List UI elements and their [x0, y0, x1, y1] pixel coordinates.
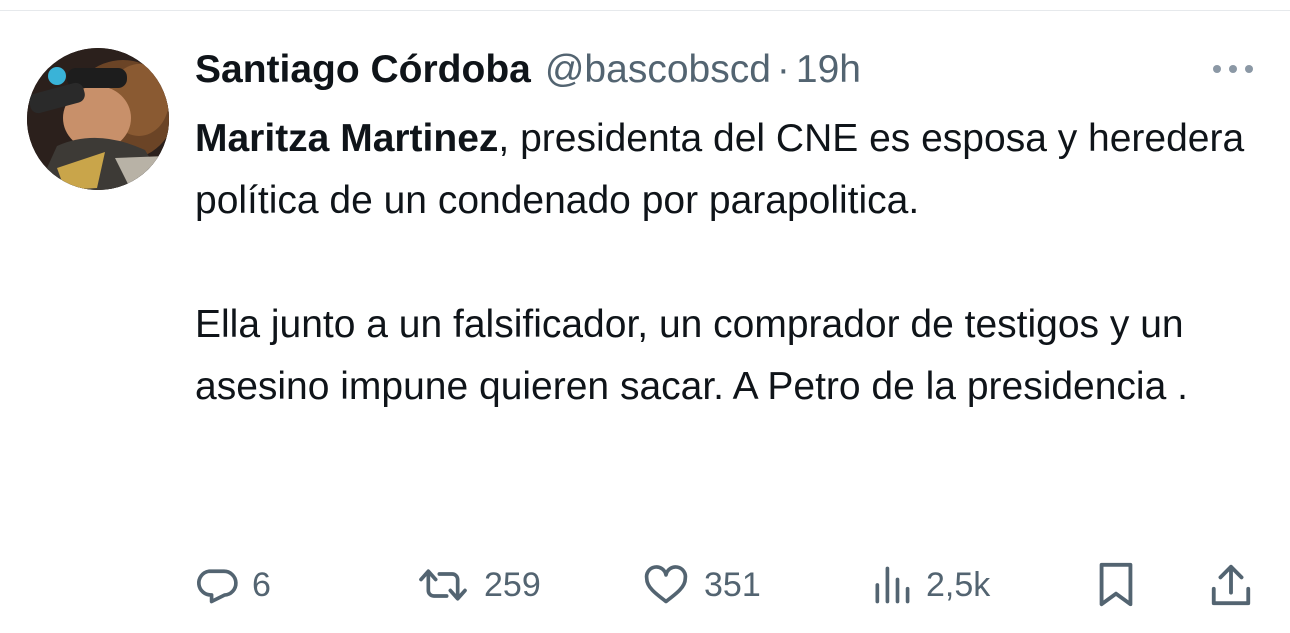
repost-arrows-icon — [419, 569, 467, 601]
reply-count: 6 — [252, 565, 271, 604]
more-options-button[interactable] — [1206, 54, 1260, 84]
top-divider — [0, 10, 1290, 11]
heart-icon — [644, 565, 688, 604]
like-count: 351 — [704, 565, 761, 604]
like-button[interactable]: 351 — [640, 555, 761, 615]
mentioned-name: Maritza Martinez — [195, 117, 499, 160]
display-name[interactable]: Santiago Córdoba — [195, 48, 531, 92]
avatar-image — [27, 48, 169, 190]
avatar[interactable] — [27, 48, 169, 190]
tweet-header: Santiago Córdoba @bascobscd · 19h — [195, 44, 861, 96]
view-count: 2,5k — [926, 565, 991, 604]
action-bar: 6 259 351 2,5k — [0, 555, 1290, 615]
more-horizontal-icon — [1213, 65, 1253, 73]
bar-chart-icon — [875, 566, 910, 604]
bookmark-icon — [1099, 562, 1133, 607]
repost-count: 259 — [484, 565, 541, 604]
tweet-paragraph-1: Maritza Martinez, presidenta del CNE es … — [195, 108, 1255, 232]
reply-bubble-icon — [197, 569, 238, 604]
views-button[interactable]: 2,5k — [870, 555, 990, 615]
share-button[interactable] — [1208, 555, 1254, 615]
user-handle[interactable]: @bascobscd — [545, 48, 771, 92]
tweet-text: Maritza Martinez, presidenta del CNE es … — [195, 108, 1255, 418]
reply-button[interactable]: 6 — [196, 555, 271, 615]
separator-dot: · — [776, 48, 790, 91]
tweet-paragraph-2: Ella junto a un falsificador, un comprad… — [195, 303, 1188, 408]
share-upload-icon — [1211, 564, 1251, 606]
bookmark-button[interactable] — [1094, 555, 1138, 615]
timestamp[interactable]: 19h — [796, 48, 861, 92]
repost-button[interactable]: 259 — [414, 555, 541, 615]
